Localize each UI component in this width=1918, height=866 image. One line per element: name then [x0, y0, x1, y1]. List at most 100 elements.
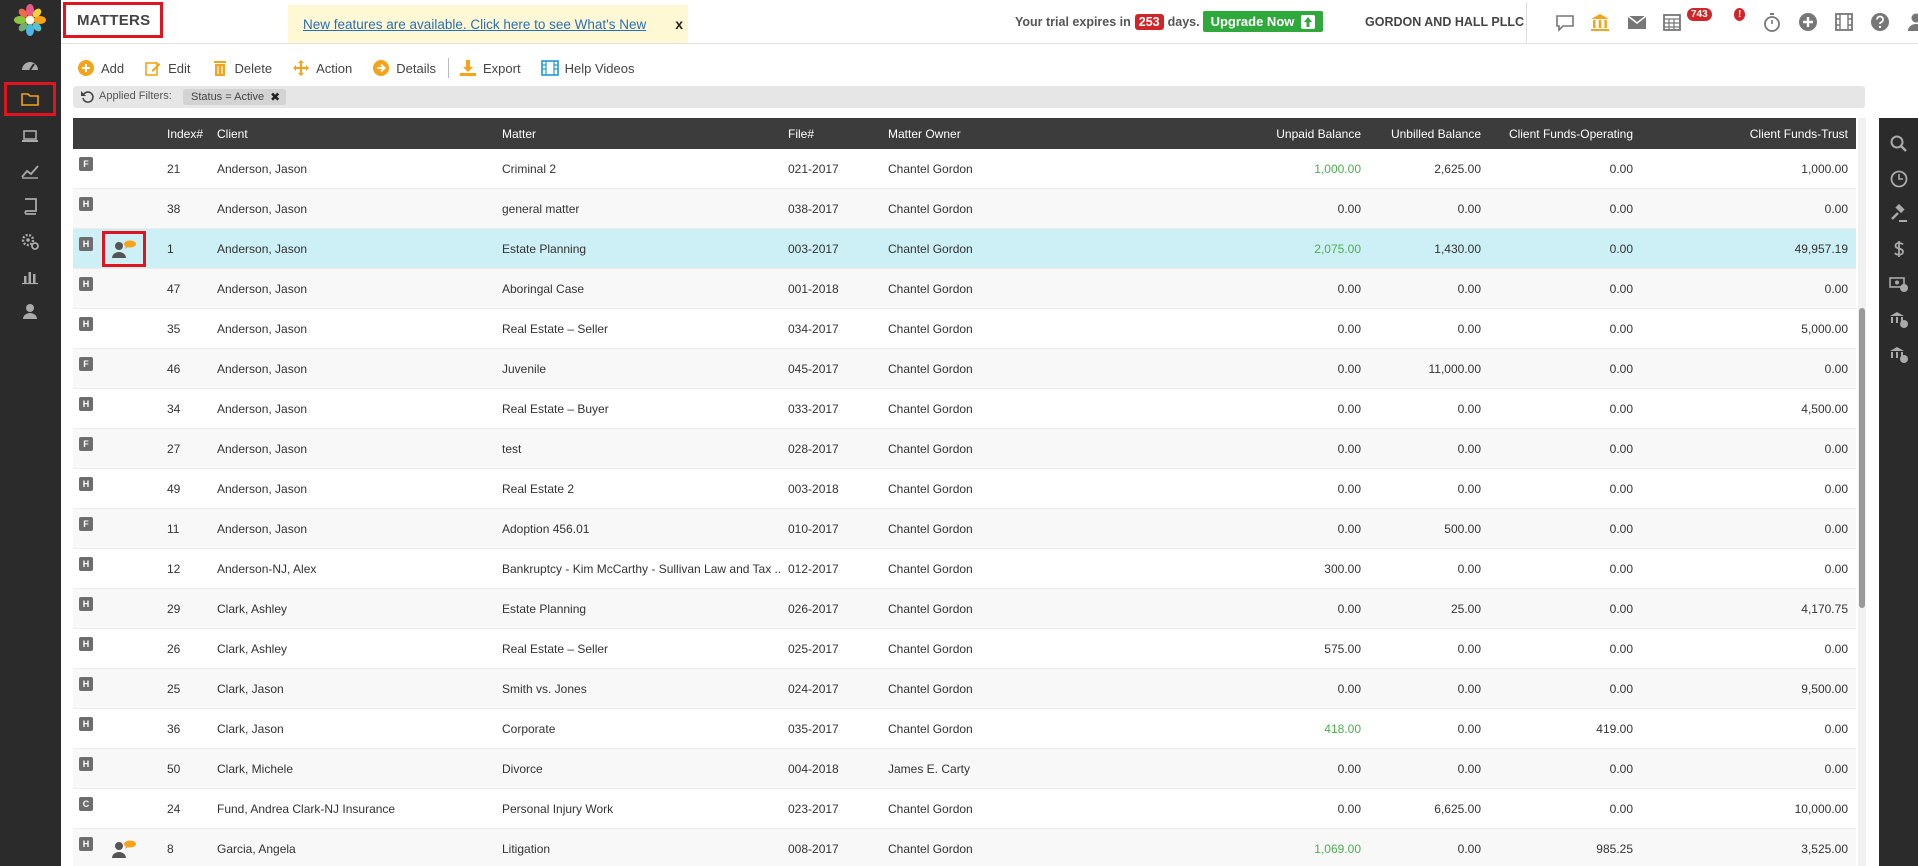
matter-type-badge: F	[79, 517, 93, 531]
table-row[interactable]: H 49 Anderson, Jason Real Estate 2 003-2018 C…	[73, 469, 1856, 509]
user-icon[interactable]	[4, 294, 56, 328]
matter-type-badge: H	[79, 317, 93, 331]
remove-filter-button[interactable]: ✖	[270, 90, 280, 104]
table-row[interactable]: H 25 Clark, Jason Smith vs. Jones 024-2017 Ch…	[73, 669, 1856, 709]
cell-client: Anderson, Jason	[217, 322, 308, 336]
clock-icon[interactable]	[1887, 167, 1911, 191]
firm-name[interactable]: GORDON AND HALL PLLC	[1365, 15, 1524, 29]
cell-unpaid-balance: 0.00	[1337, 202, 1361, 216]
app-logo-icon[interactable]	[13, 3, 47, 37]
cell-matter: general matter	[502, 202, 580, 216]
action-button[interactable]: Action	[292, 59, 352, 77]
cell-funds-trust: 4,170.75	[1801, 602, 1848, 616]
col-header-file[interactable]: File#	[788, 127, 814, 141]
edit-button[interactable]: Edit	[144, 59, 191, 77]
table-row[interactable]: F 46 Anderson, Jason Juvenile 045-2017 Chante…	[73, 349, 1856, 389]
delete-button[interactable]: Delete	[211, 59, 272, 77]
laptop-icon[interactable]	[4, 119, 56, 153]
table-row[interactable]: H 50 Clark, Michele Divorce 004-2018 James E.…	[73, 749, 1856, 789]
table-row[interactable]: H 47 Anderson, Jason Aboringal Case 001-2018…	[73, 269, 1856, 309]
col-header-unbilled[interactable]: Unbilled Balance	[1363, 127, 1481, 141]
table-row[interactable]: F 11 Anderson, Jason Adoption 456.01 010-201…	[73, 509, 1856, 549]
table-row[interactable]: H 36 Clark, Jason Corporate 035-2017 Chantel …	[73, 709, 1856, 749]
cell-matter: Litigation	[502, 842, 551, 856]
cell-owner: Chantel Gordon	[888, 282, 973, 296]
profile-icon[interactable]	[1904, 10, 1918, 34]
gavel-icon[interactable]	[1887, 202, 1911, 226]
table-row[interactable]: C 24 Fund, Andrea Clark-NJ Insurance Person…	[73, 789, 1856, 829]
col-header-unpaid[interactable]: Unpaid Balance	[1153, 127, 1361, 141]
col-header-matter[interactable]: Matter	[502, 127, 536, 141]
bank-clock-icon[interactable]	[1887, 307, 1911, 331]
banner-close-button[interactable]: x	[675, 16, 683, 32]
chat-icon[interactable]	[1553, 10, 1577, 34]
client-portal-icon[interactable]	[102, 831, 146, 866]
col-header-operating[interactable]: Client Funds-Operating	[1483, 127, 1633, 141]
cell-index: 50	[167, 762, 181, 776]
client-portal-icon[interactable]	[102, 231, 146, 267]
whats-new-link[interactable]: New features are available. Click here t…	[303, 17, 646, 32]
chart-line-icon[interactable]	[4, 154, 56, 188]
cell-matter: test	[502, 442, 522, 456]
table-scrollbar[interactable]	[1858, 118, 1866, 866]
cell-unbilled-balance: 1,430.00	[1434, 242, 1481, 256]
details-button[interactable]: Details	[372, 59, 436, 77]
cell-owner: Chantel Gordon	[888, 482, 973, 496]
cell-funds-operating: 0.00	[1609, 162, 1633, 176]
cell-file: 023-2017	[788, 802, 839, 816]
export-button[interactable]: Export	[459, 59, 521, 77]
dollar-icon[interactable]	[1887, 237, 1911, 261]
cell-index: 8	[167, 842, 174, 856]
add-circle-icon[interactable]	[1796, 10, 1820, 34]
bank-icon[interactable]	[1588, 10, 1612, 34]
cell-funds-operating: 0.00	[1609, 322, 1633, 336]
mail-icon[interactable]	[1625, 10, 1649, 34]
table-row[interactable]: F 21 Anderson, Jason Criminal 2 021-2017 Chan…	[73, 149, 1856, 189]
cell-matter: Bankruptcy - Kim McCarthy - Sullivan Law…	[502, 562, 782, 576]
bar-chart-icon[interactable]	[4, 259, 56, 293]
film-icon[interactable]	[1832, 10, 1856, 34]
cell-unpaid-balance: 0.00	[1337, 362, 1361, 376]
help-icon[interactable]	[1868, 10, 1892, 34]
col-header-index[interactable]: Index#	[167, 127, 203, 141]
cell-unpaid-balance: 1,069.00	[1314, 842, 1361, 856]
money-clock-icon[interactable]	[1887, 272, 1911, 296]
add-button[interactable]: Add	[77, 59, 124, 77]
table-row[interactable]: H 1 Anderson, Jason Estate Planning 003-2017…	[73, 229, 1856, 269]
cell-unpaid-balance: 0.00	[1337, 602, 1361, 616]
cell-unbilled-balance: 25.00	[1450, 602, 1481, 616]
calendar-icon[interactable]	[1660, 10, 1684, 34]
stopwatch-icon[interactable]	[1760, 10, 1784, 34]
table-row[interactable]: H 35 Anderson, Jason Real Estate – Seller 03…	[73, 309, 1856, 349]
reset-filter-icon[interactable]	[80, 89, 96, 105]
dashboard-icon[interactable]	[4, 49, 56, 83]
table-row[interactable]: F 27 Anderson, Jason test 028-2017 Chantel Go…	[73, 429, 1856, 469]
book-icon[interactable]	[4, 189, 56, 223]
scrollbar-thumb[interactable]	[1859, 308, 1865, 608]
cell-client: Fund, Andrea Clark-NJ Insurance	[217, 802, 396, 816]
matters-folder-icon[interactable]	[4, 82, 56, 116]
table-row[interactable]: H 29 Clark, Ashley Estate Planning 026-2017 C…	[73, 589, 1856, 629]
cell-file: 045-2017	[788, 362, 839, 376]
table-row[interactable]: H 34 Anderson, Jason Real Estate – Buyer 033…	[73, 389, 1856, 429]
cell-file: 008-2017	[788, 842, 839, 856]
table-row[interactable]: H 38 Anderson, Jason general matter 038-2017…	[73, 189, 1856, 229]
bank-minus-icon[interactable]	[1887, 342, 1911, 366]
matter-type-badge: H	[79, 717, 93, 731]
search-icon[interactable]	[1887, 132, 1911, 156]
upgrade-now-button[interactable]: Upgrade Now	[1203, 11, 1323, 32]
col-header-client[interactable]: Client	[217, 127, 248, 141]
col-header-owner[interactable]: Matter Owner	[888, 127, 961, 141]
cell-index: 34	[167, 402, 181, 416]
cell-index: 27	[167, 442, 181, 456]
table-row[interactable]: H 8 Garcia, Angela Litigation 008-2017 Chante…	[73, 829, 1856, 866]
cell-funds-trust: 0.00	[1824, 202, 1848, 216]
matter-type-badge: F	[79, 437, 93, 451]
table-row[interactable]: H 26 Clark, Ashley Real Estate – Seller 025-…	[73, 629, 1856, 669]
gears-icon[interactable]	[4, 224, 56, 258]
help-videos-button[interactable]: Help Videos	[540, 59, 634, 77]
cell-file: 003-2017	[788, 242, 839, 256]
table-row[interactable]: H 12 Anderson-NJ, Alex Bankruptcy - Kim McC…	[73, 549, 1856, 589]
cell-funds-trust: 1,000.00	[1801, 162, 1848, 176]
col-header-trust[interactable]: Client Funds-Trust	[1673, 127, 1848, 141]
